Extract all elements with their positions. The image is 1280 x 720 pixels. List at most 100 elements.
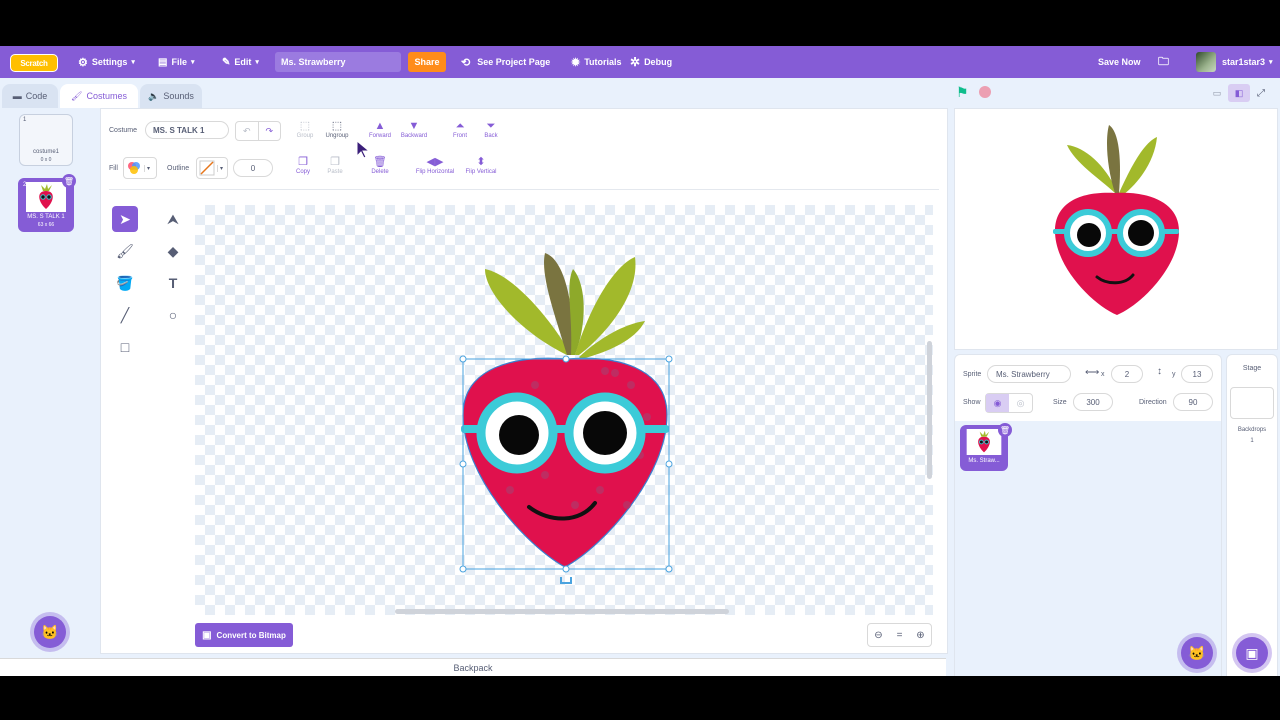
choose-sprite-button[interactable]: 🐱 [1181,637,1213,669]
debug-gear-icon: ✲ [630,55,641,69]
delete-sprite-button[interactable]: 🗑 [998,423,1012,437]
direction-input[interactable]: 90 [1173,393,1213,411]
chevron-down-icon: ▾ [255,59,259,66]
file-label: File [171,57,187,67]
tab-costumes[interactable]: 🖌 Costumes [60,84,138,108]
debug-label: Debug [644,57,673,67]
horizontal-arrows-icon: ⟷ [1085,367,1100,378]
flip-vertical-icon: ⬍ [476,156,486,168]
flip-vertical-label: Flip Vertical [465,169,497,175]
backward-button[interactable]: ▼ Backward [397,119,431,139]
cat-plus-icon: 🐱 [1188,644,1206,661]
zoom-out-icon[interactable]: ⊖ [868,624,889,646]
eye-open-icon[interactable]: ◉ [986,394,1009,412]
avatar [1196,52,1216,72]
tab-sounds-label: Sounds [163,91,194,101]
arrow-top-icon: ⏶ [455,120,465,132]
vertical-scrollbar[interactable] [927,341,932,479]
size-label: Size [1053,399,1067,406]
size-input[interactable]: 300 [1073,393,1113,411]
outline-color-picker[interactable]: ▾ [196,157,228,179]
scratch-logo[interactable]: Scratch [10,54,58,72]
strawberry-drawing[interactable] [195,205,933,615]
group-button[interactable]: ⬚ Group [291,119,319,139]
reshape-tool[interactable]: ⮝ [160,206,186,232]
file-menu[interactable]: ▤ File ▾ [158,46,194,78]
scratch-app: Scratch ⚙ Settings ▾ ▤ File ▾ ✎ Edit ▾ M… [0,46,1280,676]
line-tool[interactable]: ╱ [112,302,138,328]
y-input[interactable]: 13 [1181,365,1213,383]
ungroup-button[interactable]: ⬚ Ungroup [321,119,353,139]
tab-code[interactable]: ▬ Code [2,84,58,108]
front-button[interactable]: ⏶ Front [447,119,473,139]
stop-icon[interactable] [979,86,991,98]
copy-button[interactable]: ❐ Copy [291,155,315,175]
redo-icon[interactable]: ↷ [257,122,281,140]
share-button[interactable]: Share [408,52,446,72]
costume-tile-selected[interactable]: 2 MS. S TALK 1 63 x 66 🗑 [18,174,76,232]
paint-bucket-icon: 🪣 [116,274,134,291]
stage-target-panel[interactable]: Stage Backdrops 1 ▣ [1226,354,1278,676]
sprite-name-input[interactable]: Ms. Strawberry [987,365,1071,383]
horizontal-scrollbar[interactable] [395,609,729,614]
green-flag-icon[interactable]: ⚑ [956,84,970,100]
brush-tool[interactable]: 🖌 [112,238,138,264]
choose-costume-button[interactable]: 🐱 [34,616,66,648]
rotate-handle[interactable] [560,577,572,584]
project-title-input[interactable]: Ms. Strawberry [275,52,401,72]
x-input[interactable]: 2 [1111,365,1143,383]
fill-color-picker[interactable]: ▾ [123,157,157,179]
see-project-page-button[interactable]: ⟲ See Project Page [461,46,550,78]
select-tool[interactable]: ➤ [112,206,138,232]
front-label: Front [452,133,467,139]
file-icon: ▤ [158,56,168,68]
eraser-tool[interactable]: ◆ [160,238,186,264]
circle-tool[interactable]: ○ [160,302,186,328]
tab-sounds[interactable]: 🔈 Sounds [140,84,202,108]
undo-icon[interactable]: ↶ [236,122,258,140]
costume-thumbnail [26,182,66,212]
edit-label: Edit [234,57,252,67]
edit-menu[interactable]: ✎ Edit ▾ [222,46,259,78]
costume-name-input[interactable]: MS. S TALK 1 [145,121,229,139]
delete-button[interactable]: 🗑 Delete [367,155,393,175]
choose-backdrop-button[interactable]: ▣ [1236,637,1268,669]
delete-costume-button[interactable]: 🗑 [62,174,76,188]
flip-vertical-button[interactable]: ⬍ Flip Vertical [463,155,499,175]
eye-closed-icon[interactable]: ◎ [1009,394,1032,412]
save-now-button[interactable]: Save Now [1098,46,1141,78]
small-stage-icon[interactable]: ▭ [1206,84,1228,102]
back-label: Back [484,133,498,139]
zoom-reset-button[interactable]: = [889,624,910,646]
sprite-label: Sprite [963,371,982,378]
debug-button[interactable]: ✲ Debug [630,46,672,78]
fullscreen-icon[interactable]: ⤢ [1250,84,1272,102]
fill-tool[interactable]: 🪣 [112,270,138,296]
outline-width-input[interactable]: 0 [233,159,273,177]
tutorials-button[interactable]: ✹ Tutorials [571,46,622,78]
back-button[interactable]: ⏷ Back [479,119,503,139]
stage-title: Stage [1242,365,1262,372]
paste-button[interactable]: ❐ Paste [323,155,347,175]
settings-menu[interactable]: ⚙ Settings ▾ [78,46,135,78]
text-tool[interactable]: T [160,270,186,296]
remix-arrows-icon: ⟲ [461,56,471,69]
rectangle-tool[interactable]: □ [112,334,138,360]
paint-canvas[interactable] [195,205,933,615]
costume-tile[interactable]: 1 costume1 0 x 0 [19,114,73,166]
account-menu[interactable]: star1star3 ▾ [1196,46,1273,78]
zoom-in-icon[interactable]: ⊕ [910,624,931,646]
copy-label: Copy [295,169,310,175]
convert-to-bitmap-button[interactable]: ▣ Convert to Bitmap [195,623,293,647]
sprite-info: Sprite Ms. Strawberry ⟷ x 2 ↕ y 13 Show … [955,355,1221,422]
forward-button[interactable]: ▲ Forward [365,119,395,139]
backward-label: Backward [400,133,428,139]
my-stuff-button[interactable]: 🗀 [1158,46,1169,78]
sprite-tile[interactable]: Ms. Straw... 🗑 [960,423,1012,471]
backpack-bar[interactable]: Backpack [0,658,946,676]
normal-stage-icon[interactable]: ◧ [1228,84,1250,102]
caret-down-icon: ▾ [217,164,223,172]
flip-horizontal-button[interactable]: ◀▶ Flip Horizontal [413,155,457,175]
line-icon: ╱ [120,306,130,323]
stage-preview[interactable] [954,108,1278,350]
